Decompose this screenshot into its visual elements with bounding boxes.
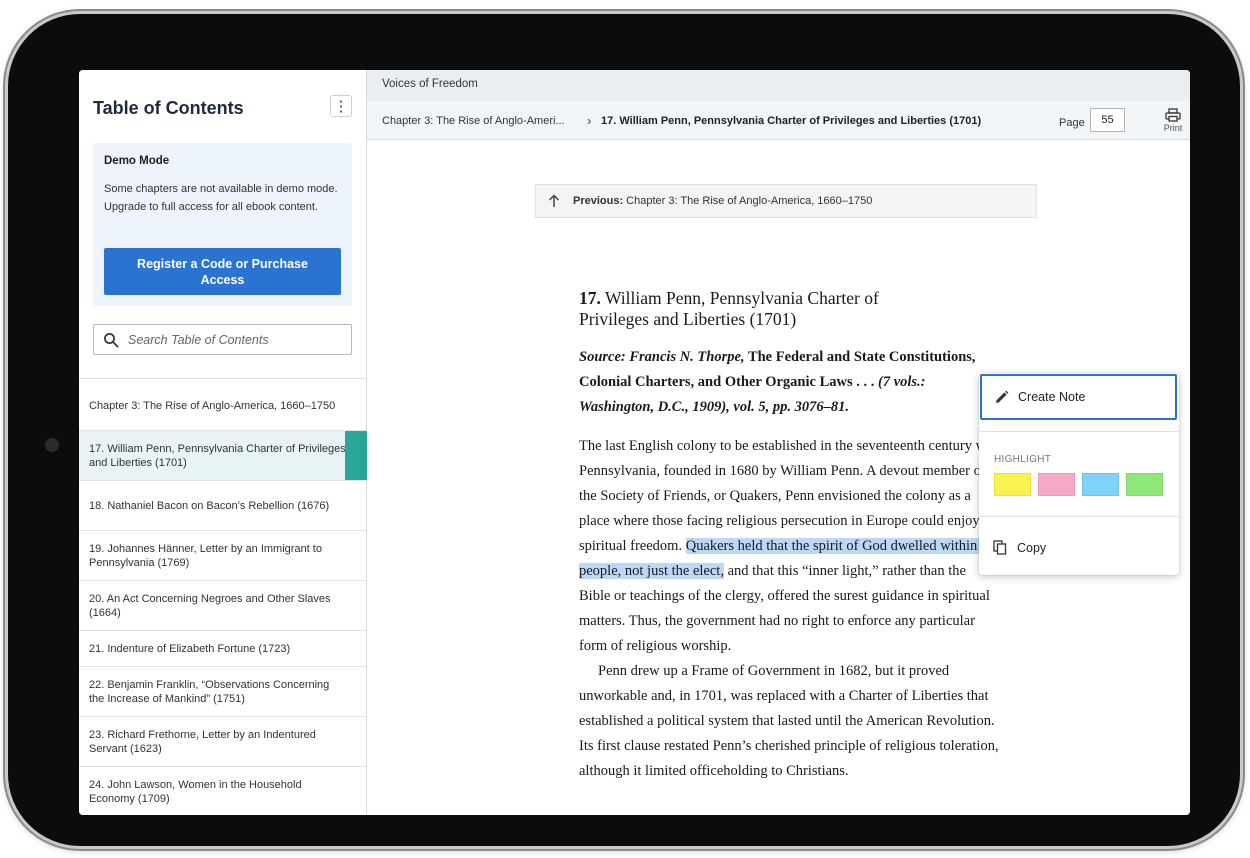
copy-label: Copy [1017,540,1047,555]
previous-text: Chapter 3: The Rise of Anglo-America, 16… [626,195,873,207]
create-note-label: Create Note [1018,390,1086,404]
tablet-frame: Table of Contents ⋮ Demo Mode Some chapt… [8,14,1240,846]
arrow-up-icon [548,194,560,207]
pencil-icon [996,390,1009,403]
toc-item-label: Chapter 3: The Rise of Anglo-America, 16… [89,399,336,412]
previous-link[interactable]: Previous: Chapter 3: The Rise of Anglo-A… [535,184,1037,218]
screen: Table of Contents ⋮ Demo Mode Some chapt… [79,70,1190,815]
toc-item-label: 20. An Act Concerning Negroes and Other … [89,592,331,619]
toc-item[interactable]: 20. An Act Concerning Negroes and Other … [79,581,367,631]
copy-icon [993,540,1007,555]
paragraph-2[interactable]: Penn drew up a Frame of Government in 16… [579,659,999,784]
document-title: 17. William Penn, Pennsylvania Charter o… [579,288,924,330]
selection-menu: Create Note HIGHLIGHT Copy [979,373,1179,575]
demo-mode-panel: Demo Mode Some chapters are not availabl… [93,143,352,306]
source-prefix: Source: Francis N. Thorpe, [579,349,745,365]
print-button[interactable]: Print [1161,108,1185,138]
paragraph-text: The last English colony to be establishe… [579,438,999,554]
toc-search [93,324,352,355]
toc-title: Table of Contents [93,98,244,118]
toc-list: Chapter 3: The Rise of Anglo-America, 16… [79,381,367,815]
search-icon [104,333,119,348]
book-title: Voices of Freedom [367,70,1190,101]
highlight-pink-swatch[interactable] [1038,473,1075,496]
toc-item-label: 18. Nathaniel Bacon on Bacon’s Rebellion… [89,499,330,512]
paragraph-1[interactable]: The last English colony to be establishe… [579,434,999,659]
divider [79,378,367,379]
print-label: Print [1163,123,1183,133]
toc-item[interactable]: 22. Benjamin Franklin, “Observations Con… [79,667,367,717]
highlight-blue-swatch[interactable] [1082,473,1119,496]
demo-mode-text: Some chapters are not available in demo … [104,183,338,213]
highlight-yellow-swatch[interactable] [994,473,1031,496]
printer-icon [1165,108,1181,122]
source-citation: Source: Francis N. Thorpe, The Federal a… [579,345,999,420]
toc-item[interactable]: 24. John Lawson, Women in the Household … [79,767,367,815]
breadcrumb-current: 17. William Penn, Pennsylvania Charter o… [601,115,982,127]
document-title-text: William Penn, Pennsylvania Charter of Pr… [579,288,879,329]
previous-label: Previous: [573,195,624,207]
kebab-vertical-icon[interactable]: ⋮ [330,95,352,117]
highlight-label: HIGHLIGHT [994,454,1052,465]
camera-icon [45,438,59,452]
toc-item-label: 21. Indenture of Elizabeth Fortune (1723… [89,642,291,655]
highlight-green-swatch[interactable] [1126,473,1163,496]
toc-item-label: 19. Johannes Hänner, Letter by an Immigr… [89,542,322,569]
create-note-button[interactable]: Create Note [980,374,1177,420]
demo-mode-title: Demo Mode [104,155,170,167]
chevron-right-icon: › [587,113,592,128]
breadcrumb: Chapter 3: The Rise of Anglo-Ameri... › … [367,101,1190,140]
search-input[interactable] [128,330,343,350]
divider [979,516,1179,517]
toc-item[interactable]: Chapter 3: The Rise of Anglo-America, 16… [79,381,367,431]
document-number: 17. [579,288,601,308]
reader-main: Voices of Freedom Chapter 3: The Rise of… [367,70,1190,815]
divider [979,431,1179,432]
toc-item[interactable]: 18. Nathaniel Bacon on Bacon’s Rebellion… [79,481,367,531]
bottom-fade [367,781,1190,815]
table-of-contents-sidebar: Table of Contents ⋮ Demo Mode Some chapt… [79,70,367,815]
breadcrumb-chapter[interactable]: Chapter 3: The Rise of Anglo-Ameri... [382,115,565,127]
document-article: 17. William Penn, Pennsylvania Charter o… [579,288,999,784]
register-code-button[interactable]: Register a Code or Purchase Access [104,248,341,295]
toc-item-label: 23. Richard Frethorne, Letter by an Inde… [89,728,316,755]
page-label: Page [1059,117,1085,129]
toc-item[interactable]: 21. Indenture of Elizabeth Fortune (1723… [79,631,367,667]
toc-item-label: 17. William Penn, Pennsylvania Charter o… [89,442,346,469]
page-number-input[interactable] [1090,108,1125,132]
toc-item[interactable]: 23. Richard Frethorne, Letter by an Inde… [79,717,367,767]
toc-item[interactable]: 19. Johannes Hänner, Letter by an Immigr… [79,531,367,581]
toc-item-active[interactable]: 17. William Penn, Pennsylvania Charter o… [79,431,367,481]
toc-item-label: 24. John Lawson, Women in the Household … [89,778,302,805]
toc-item-label: 22. Benjamin Franklin, “Observations Con… [89,678,330,705]
copy-button[interactable]: Copy [993,540,1046,555]
